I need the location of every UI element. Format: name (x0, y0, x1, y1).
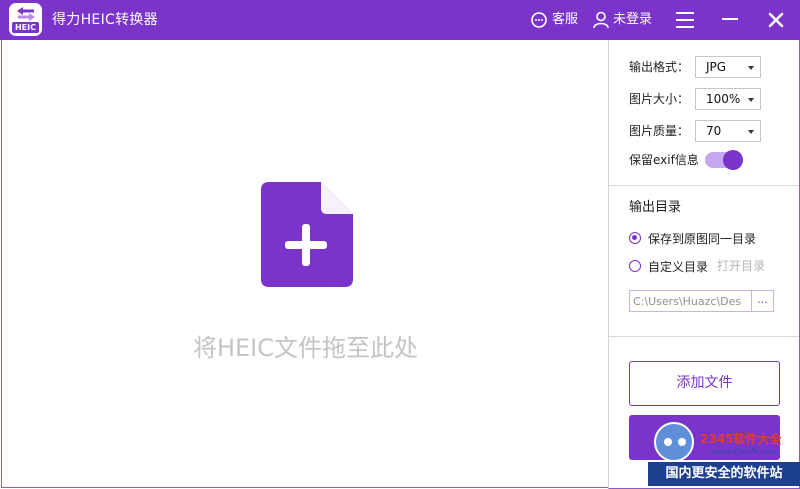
size-select[interactable]: 100% (695, 88, 761, 110)
app-title: 得力HEIC转换器 (52, 12, 158, 28)
mascot-icon (654, 422, 694, 462)
chevron-down-icon (748, 130, 754, 134)
add-file-icon[interactable] (261, 182, 353, 287)
close-icon[interactable] (768, 12, 784, 28)
title-bar: HEIC 得力HEIC转换器 客服 未登录 (0, 0, 800, 40)
watermark-brand: 2345软件大全 (700, 432, 782, 446)
size-label: 图片大小： (629, 92, 690, 106)
add-files-button[interactable]: 添加文件 (629, 361, 780, 406)
watermark-slogan: 国内更安全的软件站 (648, 462, 800, 486)
format-value: JPG (706, 60, 727, 74)
exif-label: 保留exif信息 (629, 153, 699, 167)
output-dir-title: 输出目录 (629, 200, 682, 215)
open-directory-link[interactable]: 打开目录 (717, 257, 765, 275)
radio-custom-label: 自定义目录 (648, 259, 709, 274)
login-label: 未登录 (613, 12, 653, 27)
hamburger-menu-icon[interactable] (676, 12, 694, 28)
customer-service-button[interactable]: 客服 (530, 10, 578, 30)
exif-toggle[interactable] (705, 150, 743, 170)
minimize-icon[interactable] (722, 18, 738, 20)
chat-bubble-icon (531, 12, 547, 28)
logo-tag: HEIC (12, 22, 39, 33)
size-value: 100% (706, 92, 741, 106)
radio-unchecked-icon (629, 260, 641, 272)
format-select[interactable]: JPG (695, 56, 761, 78)
quality-label: 图片质量： (629, 124, 690, 138)
divider (609, 185, 799, 186)
file-drop-zone[interactable]: 将HEIC文件拖至此处 (1, 40, 608, 488)
quality-select[interactable]: 70 (695, 120, 761, 142)
quality-value: 70 (706, 124, 722, 138)
app-logo: HEIC (9, 3, 42, 36)
divider (609, 336, 799, 337)
login-button[interactable]: 未登录 (593, 10, 652, 30)
drop-hint-text: 将HEIC文件拖至此处 (192, 334, 419, 362)
watermark-url: www.DuoTe.com (712, 447, 779, 456)
format-label: 输出格式： (629, 60, 690, 74)
chevron-down-icon (748, 98, 754, 102)
swap-arrows-icon (17, 7, 35, 21)
browse-button[interactable]: ... (752, 290, 774, 312)
radio-custom-directory[interactable]: 自定义目录 (629, 257, 708, 275)
user-icon (593, 11, 609, 29)
radio-same-directory[interactable]: 保存到原图同一目录 (629, 229, 756, 247)
radio-same-label: 保存到原图同一目录 (648, 231, 757, 246)
chevron-down-icon (748, 66, 754, 70)
radio-checked-icon (629, 232, 641, 244)
output-path-input[interactable] (629, 290, 752, 312)
site-watermark: 2345软件大全 www.DuoTe.com 国内更安全的软件站 (648, 416, 800, 489)
customer-service-label: 客服 (552, 12, 579, 27)
toggle-knob (723, 150, 743, 170)
